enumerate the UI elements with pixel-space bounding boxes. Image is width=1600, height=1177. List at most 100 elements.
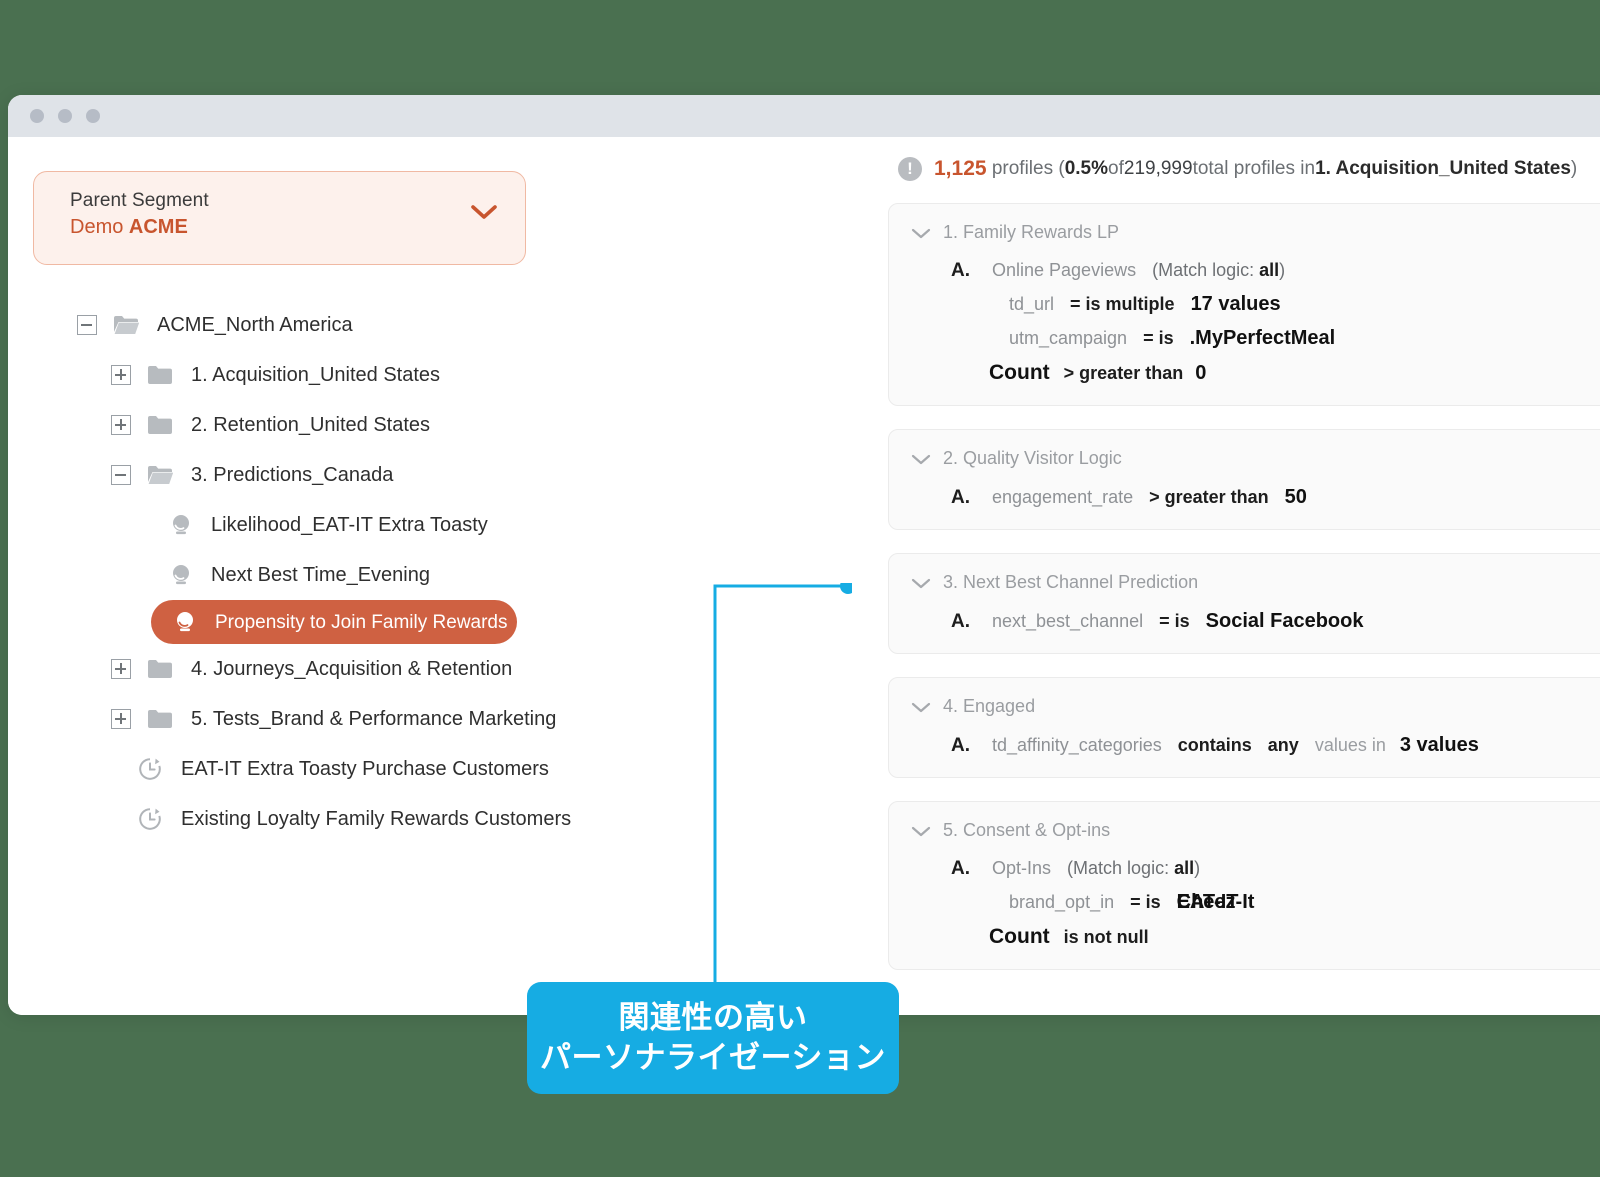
window-titlebar	[8, 95, 1600, 137]
rule-letter: A.	[951, 260, 970, 281]
count-label: Count	[989, 925, 1050, 948]
tree-row-label: 4. Journeys_Acquisition & Retention	[191, 658, 513, 680]
rule-operator: contains	[1177, 735, 1252, 755]
prediction-icon	[173, 565, 189, 585]
tree-row[interactable]: 3. Predictions_Canada	[51, 450, 888, 500]
info-exclamation-icon: !	[898, 157, 922, 181]
parent-segment-value: Demo ACME	[70, 216, 503, 239]
rule-condition: A. engagement_rate > greater than 50	[889, 475, 1600, 509]
rule-card-title: 5. Consent & Opt-ins	[943, 820, 1111, 840]
profile-count: 1,125	[934, 157, 987, 180]
rule-attribute: td_url	[1009, 294, 1055, 314]
segment-tree-panel: Parent Segment Demo ACME ACME_North Amer	[8, 137, 888, 1015]
rule-cards: 1. Family Rewards LP A. Online Pageviews…	[888, 203, 1600, 970]
tree-row-label: Likelihood_EAT-IT Extra Toasty	[211, 514, 488, 536]
close-paren: )	[1570, 158, 1578, 179]
tree-row[interactable]: 5. Tests_Brand & Performance Marketing	[51, 694, 888, 744]
tree-row[interactable]: Existing Loyalty Family Rewards Customer…	[51, 794, 888, 844]
rule-values-in-label: values in	[1314, 735, 1386, 755]
chevron-down-icon[interactable]	[471, 204, 497, 220]
chevron-down-icon[interactable]	[911, 577, 931, 589]
expand-toggle-icon[interactable]	[111, 365, 131, 385]
rule-operator: = is	[1130, 892, 1161, 912]
chevron-down-icon[interactable]	[911, 453, 931, 465]
rule-card-header[interactable]: 5. Consent & Opt-ins	[889, 820, 1600, 841]
rule-operator: > greater than	[1149, 487, 1269, 507]
tree-row[interactable]: 1. Acquisition_United States	[51, 350, 888, 400]
rule-card-title: 1. Family Rewards LP	[943, 222, 1120, 242]
segment-tree: ACME_North America 1. Acquisition_United…	[33, 300, 888, 844]
rule-attribute: next_best_channel	[992, 611, 1144, 631]
rule-condition: A. td_affinity_categories contains any v…	[889, 723, 1600, 757]
tree-row[interactable]: Likelihood_EAT-IT Extra Toasty	[51, 500, 888, 550]
rule-condition: brand_opt_in = is EAT-IT Cheez-It	[889, 880, 1600, 914]
profile-percent: 0.5%	[1064, 158, 1109, 179]
rule-value: 50	[1284, 486, 1307, 508]
match-logic-prefix: (Match logic:	[1152, 260, 1260, 280]
rule-card[interactable]: 4. Engaged A. td_affinity_categories con…	[888, 677, 1600, 778]
match-logic: (Match logic: all)	[1152, 260, 1285, 281]
rule-card-header[interactable]: 2. Quality Visitor Logic	[889, 448, 1600, 469]
tree-row[interactable]: ACME_North America	[51, 300, 888, 350]
chevron-down-icon[interactable]	[911, 825, 931, 837]
parent-segment-selector[interactable]: Parent Segment Demo ACME	[33, 171, 526, 265]
total-profiles: 219,999	[1123, 158, 1193, 179]
rule-card[interactable]: 1. Family Rewards LP A. Online Pageviews…	[888, 203, 1600, 406]
folder-icon	[148, 660, 172, 678]
tree-row-label: Next Best Time_Evening	[211, 564, 430, 586]
chevron-down-icon[interactable]	[911, 227, 931, 239]
tree-row-label: ACME_North America	[157, 314, 353, 336]
count-value: 0	[1195, 362, 1207, 384]
count-operator: > greater than	[1063, 363, 1184, 383]
collapse-toggle-icon[interactable]	[111, 465, 131, 485]
callout-line-1: 関連性の高い	[618, 1000, 808, 1036]
tree-row[interactable]: EAT-IT Extra Toasty Purchase Customers	[51, 744, 888, 794]
prediction-icon	[177, 612, 193, 632]
rule-card[interactable]: 3. Next Best Channel Prediction A. next_…	[888, 553, 1600, 654]
expand-toggle-icon[interactable]	[111, 415, 131, 435]
expand-toggle-icon[interactable]	[111, 659, 131, 679]
rule-card-header[interactable]: 4. Engaged	[889, 696, 1600, 717]
rule-card[interactable]: 5. Consent & Opt-ins A. Opt-Ins (Match l…	[888, 801, 1600, 970]
tree-row-label: 3. Predictions_Canada	[191, 464, 394, 486]
count-operator: is not null	[1063, 927, 1149, 947]
folder-icon	[148, 416, 172, 434]
tree-row[interactable]: Next Best Time_Evening	[51, 550, 888, 600]
rule-condition: td_url = is multiple 17 values	[889, 282, 1600, 316]
tree-row-label: 5. Tests_Brand & Performance Marketing	[191, 708, 557, 730]
chevron-down-icon[interactable]	[911, 701, 931, 713]
rule-card-title: 4. Engaged	[943, 696, 1036, 716]
window-content: Parent Segment Demo ACME ACME_North Amer	[8, 137, 1600, 1015]
rule-value: 3 values	[1399, 734, 1479, 756]
match-logic-suffix: )	[1194, 858, 1201, 878]
rule-group-name: Opt-Ins	[992, 858, 1052, 878]
rule-condition: utm_campaign = is .MyPerfectMeal	[889, 316, 1600, 350]
of-word: of	[1108, 158, 1124, 179]
rule-card[interactable]: 2. Quality Visitor Logic A. engagement_r…	[888, 429, 1600, 530]
rule-group: A. Online Pageviews (Match logic: all)	[889, 249, 1600, 282]
rule-count: Count > greater than 0	[889, 350, 1600, 385]
window-minimize-dot[interactable]	[58, 109, 72, 123]
tree-row[interactable]: 2. Retention_United States	[51, 400, 888, 450]
rule-letter: A.	[951, 858, 970, 879]
match-logic-value: all	[1259, 260, 1280, 280]
rule-letter: A.	[951, 487, 970, 508]
parent-segment-value-bold: ACME	[128, 216, 188, 238]
profile-stats-line: ! 1,125 profiles (0.5% of 219,999 total …	[888, 157, 1600, 181]
rule-value: .MyPerfectMeal	[1189, 327, 1336, 349]
tree-row-selected-propensity[interactable]: Propensity to Join Family Rewards	[151, 600, 517, 644]
clock-history-icon	[139, 808, 161, 830]
profiles-word: profiles (	[991, 158, 1065, 179]
rule-value: Social Facebook	[1205, 610, 1364, 632]
rule-card-header[interactable]: 1. Family Rewards LP	[889, 222, 1600, 243]
rule-operator: = is	[1159, 611, 1190, 631]
rule-attribute: brand_opt_in	[1009, 892, 1115, 912]
window-close-dot[interactable]	[30, 109, 44, 123]
collapse-toggle-icon[interactable]	[77, 315, 97, 335]
window-maximize-dot[interactable]	[86, 109, 100, 123]
rule-operator: = is	[1143, 328, 1174, 348]
tree-row[interactable]: 4. Journeys_Acquisition & Retention	[51, 644, 888, 694]
expand-toggle-icon[interactable]	[111, 709, 131, 729]
rule-card-header[interactable]: 3. Next Best Channel Prediction	[889, 572, 1600, 593]
rule-value-b: Cheez-It	[1176, 891, 1255, 913]
